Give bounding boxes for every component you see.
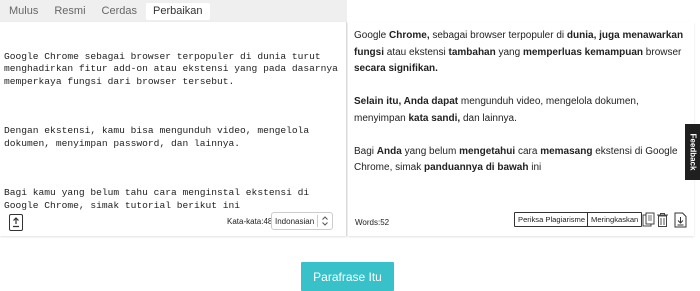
input-panel: Google Chrome sebagai browser terpopuler… <box>0 22 347 236</box>
tab-cerdas[interactable]: Cerdas <box>95 3 144 20</box>
output-changed-word: Anda <box>376 145 402 157</box>
input-paragraph-1: Google Chrome sebagai browser terpopuler… <box>4 50 344 87</box>
feedback-label: Feedback <box>688 133 697 171</box>
output-paragraph-1: Google Chrome, sebagai browser terpopule… <box>354 28 688 78</box>
output-paragraph-2: Selain itu, Anda dapat mengunduh video, … <box>354 94 688 127</box>
summarize-button[interactable]: Meringkaskan <box>587 212 643 227</box>
output-changed-word: kata sandi, <box>408 112 461 124</box>
output-word-count: Words:52 <box>355 218 390 227</box>
feedback-tab[interactable]: Feedback <box>685 124 700 180</box>
language-select[interactable]: Indonasian <box>271 212 333 230</box>
chevron-updown-icon <box>322 216 328 226</box>
output-text-run: dan lainnya. <box>460 112 517 124</box>
output-panel: Google Chrome, sebagai browser terpopule… <box>348 22 694 236</box>
check-plagiarism-button[interactable]: Periksa Plagiarisme <box>514 212 590 227</box>
output-footer: Words:52 Periksa Plagiarisme Meringkaska… <box>348 208 694 236</box>
download-icon[interactable] <box>674 212 687 228</box>
input-footer: Kata-kata:48 Indonasian <box>0 208 347 236</box>
output-changed-word: Chrome, <box>389 30 430 41</box>
input-paragraph-2: Dengan ekstensi, kamu bisa mengunduh vid… <box>4 125 315 149</box>
language-value: Indonasian <box>275 216 315 226</box>
output-text-run: Google <box>354 30 390 41</box>
output-changed-word: Selain itu, Anda dapat <box>354 96 459 107</box>
output-text: Google Chrome, sebagai browser terpopule… <box>354 28 688 193</box>
output-changed-word: memasang <box>540 145 593 157</box>
output-text-run: cara <box>515 145 541 157</box>
input-word-count: Kata-kata:48 <box>227 217 273 226</box>
copy-icon[interactable] <box>642 212 655 228</box>
output-text-run: ini <box>528 162 542 173</box>
trash-icon[interactable] <box>656 212 669 228</box>
output-text-run: yang <box>495 46 523 58</box>
tab-mulus[interactable]: Mulus <box>2 3 45 20</box>
output-changed-word: tambahan <box>448 46 496 58</box>
output-changed-word: memperluas kemampuan <box>522 46 644 58</box>
select-divider <box>317 215 318 227</box>
tab-resmi[interactable]: Resmi <box>47 3 92 20</box>
output-changed-word: mengetahui <box>459 145 516 157</box>
upload-button[interactable] <box>9 214 23 231</box>
output-text-run: yang belum <box>401 145 460 157</box>
mode-tabs: Mulus Resmi Cerdas Perbaikan <box>0 0 347 22</box>
output-paragraph-3: Bagi Anda yang belum mengetahui cara mem… <box>354 144 688 177</box>
output-text-run: atau ekstensi <box>384 46 449 58</box>
output-text-run: Bagi <box>354 145 377 157</box>
input-textarea[interactable]: Google Chrome sebagai browser terpopuler… <box>4 26 344 211</box>
upload-icon <box>13 217 19 228</box>
output-text-run: sebagai browser terpopuler di <box>429 30 567 41</box>
paraphrase-button[interactable]: Parafrase Itu <box>301 262 394 291</box>
output-text-run: browser <box>643 46 682 58</box>
tab-perbaikan[interactable]: Perbaikan <box>145 2 210 20</box>
output-changed-word: secara signifikan. <box>354 63 438 74</box>
output-changed-word: panduannya di bawah <box>424 162 529 173</box>
